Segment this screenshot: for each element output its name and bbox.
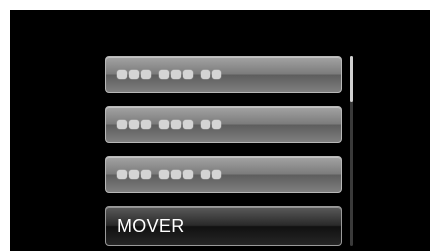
camera-menu-screen: MOVER <box>10 10 430 251</box>
masked-group <box>201 120 221 129</box>
masked-group <box>201 170 221 179</box>
masked-label <box>117 107 221 142</box>
masked-group <box>159 120 193 129</box>
masked-group <box>117 170 151 179</box>
menu-item-3[interactable] <box>105 156 342 193</box>
menu-item-2[interactable] <box>105 106 342 143</box>
masked-group <box>201 70 221 79</box>
masked-group <box>117 70 151 79</box>
menu-item-1[interactable] <box>105 56 342 93</box>
menu-item-label: MOVER <box>117 215 185 236</box>
scrollbar-track[interactable] <box>350 56 353 246</box>
masked-label <box>117 57 221 92</box>
masked-group <box>159 170 193 179</box>
scrollbar-thumb[interactable] <box>350 56 353 102</box>
masked-group <box>117 120 151 129</box>
menu-item-mover[interactable]: MOVER <box>105 206 342 246</box>
masked-label <box>117 157 221 192</box>
masked-group <box>159 70 193 79</box>
